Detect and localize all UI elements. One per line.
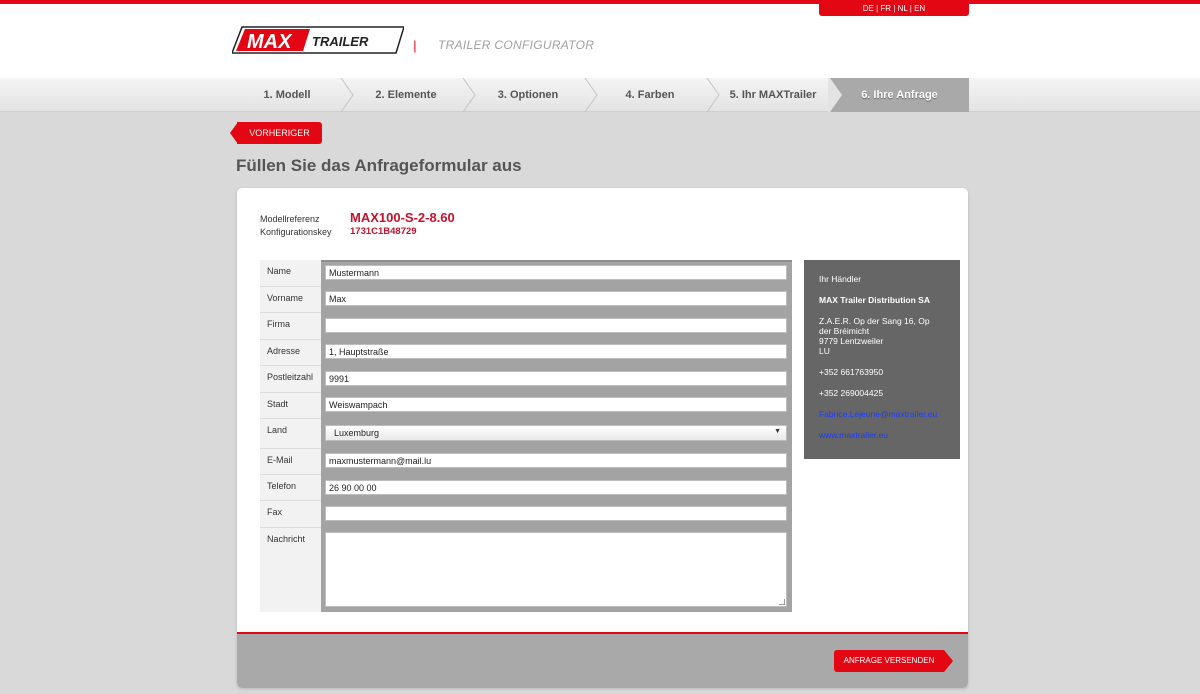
model-reference-label: Modellreferenz [260,214,320,224]
send-request-button[interactable]: ANFRAGE VERSENDEN [834,650,944,672]
model-reference-value: MAX100-S-2-8.60 [350,210,455,225]
step-navigation: 1. Modell 2. Elemente 3. Optionen 4. Far… [0,78,1200,112]
name-label: Name [267,266,292,276]
lang-de-link[interactable]: DE [863,4,874,13]
dealer-name: MAX Trailer Distribution SA [819,295,930,305]
nachricht-label: Nachricht [260,527,321,612]
name-input[interactable] [325,265,787,280]
stadt-label: Stadt [260,392,321,418]
firma-label: Firma [260,312,321,338]
email-label: E-Mail [260,448,321,474]
adresse-label: Adresse [260,339,321,365]
land-label: Land [260,418,321,444]
step-elemente[interactable]: 2. Elemente [350,78,462,112]
stadt-input[interactable] [325,397,787,412]
dealer-phone-2: +352 269004425 [819,388,884,398]
lang-en-link[interactable]: EN [914,4,925,13]
dealer-panel: Ihr Händler MAX Trailer Distribution SA … [804,260,960,459]
dealer-email-link[interactable]: Fabrice.Lejeune@maxtrailer.eu [819,409,937,419]
fax-input[interactable] [325,506,787,521]
vorname-input[interactable] [325,291,787,306]
telefon-label: Telefon [260,474,321,500]
resize-grip-icon[interactable] [779,599,785,605]
step-optionen[interactable]: 3. Optionen [472,78,584,112]
lang-nl-link[interactable]: NL [898,4,908,13]
form-footer: ANFRAGE VERSENDEN [237,632,968,688]
language-switcher: DE | FR | NL | EN [819,4,969,16]
header-separator: | [413,38,417,53]
header-subtitle: TRAILER CONFIGURATOR [438,38,595,52]
fax-label: Fax [260,500,321,526]
dealer-address-line3: 9779 Lentzweiler [819,336,884,346]
send-arrow-icon [944,650,953,672]
step-ihr-maxtrailer[interactable]: 5. Ihr MAXTrailer [716,78,830,112]
telefon-input[interactable] [325,480,787,495]
lang-fr-link[interactable]: FR [880,4,891,13]
dealer-phone-1: +352 661763950 [819,367,884,377]
vorname-label: Vorname [260,286,321,312]
step-ihre-anfrage[interactable]: 6. Ihre Anfrage [830,78,969,112]
max-trailer-logo[interactable]: MAX TRAILER [232,26,404,54]
config-key-label: Konfigurationskey [260,227,332,237]
nachricht-textarea[interactable] [325,532,787,607]
logo-trailer-text: TRAILER [312,34,369,49]
page-title: Füllen Sie das Anfrageformular aus [236,156,522,175]
request-form-card: Modellreferenz MAX100-S-2-8.60 Konfigura… [237,188,968,688]
dealer-address-line1: Z.A.E.R. Op der Sang 16, Op [819,316,930,326]
dealer-website-link[interactable]: www.maxtrailer.eu [819,430,888,440]
dealer-address-line4: LU [819,346,830,356]
dropdown-arrow-icon: ▼ [774,428,781,435]
dealer-address: Z.A.E.R. Op der Sang 16, Op der Bréimich… [819,316,945,356]
step-chevron-icon [828,78,842,112]
dealer-address-line2: der Bréimicht [819,326,870,336]
email-input[interactable] [325,453,787,468]
postleitzahl-input[interactable] [325,371,787,386]
postleitzahl-label: Postleitzahl [260,365,321,391]
land-selected-value: Luxemburg [334,428,380,438]
previous-button[interactable]: VORHERIGER [237,122,322,144]
firma-input[interactable] [325,318,787,333]
dealer-heading: Ihr Händler [819,274,862,284]
logo-max-text: MAX [247,31,293,53]
config-key-value: 1731C1B48729 [350,226,417,237]
step-farben[interactable]: 4. Farben [594,78,706,112]
site-header: DE | FR | NL | EN MAX TRAILER | TRAILER … [0,4,1200,78]
request-form: Name Vorname Firma Adresse Postleitzahl … [260,260,792,612]
land-select[interactable]: Luxemburg ▼ [325,425,787,441]
step-modell[interactable]: 1. Modell [232,78,342,112]
adresse-input[interactable] [325,344,787,359]
